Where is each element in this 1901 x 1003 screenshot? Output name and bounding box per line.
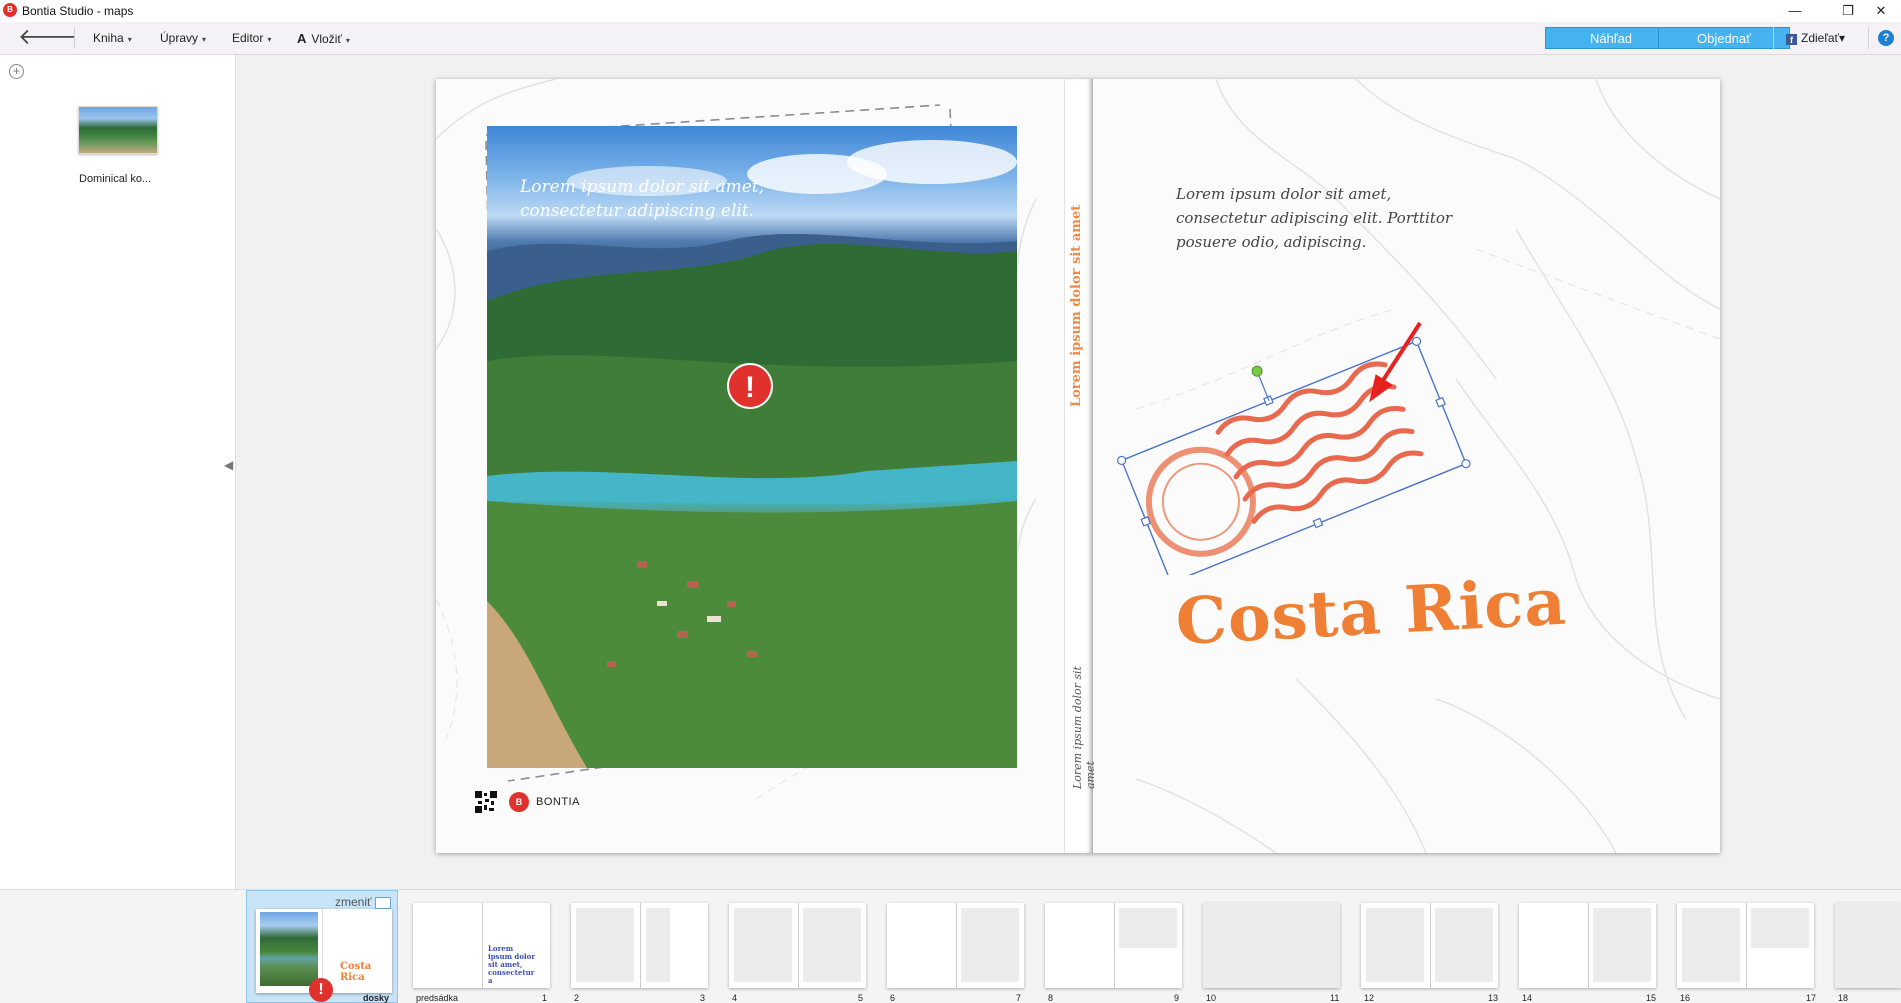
cover-thumbnail-photo bbox=[260, 912, 318, 986]
menu-bar: 🡐 Kniha ▾ Úpravy ▾ Editor ▾ A Vložiť ▾ Náhľad… bbox=[0, 22, 1901, 55]
minimize-button[interactable]: — bbox=[1775, 0, 1815, 22]
photo-thumbnail-label: Dominical ko... bbox=[79, 173, 152, 185]
cover-spread: Lorem ipsum dolor sit amet, consectetur … bbox=[436, 79, 1720, 853]
bontia-logo-icon: B bbox=[509, 792, 529, 812]
window-title: Bontia Studio - maps bbox=[22, 4, 134, 18]
order-button[interactable]: Objednať bbox=[1658, 27, 1790, 49]
spread-thumbnail-8-9[interactable] bbox=[1045, 903, 1182, 988]
warning-icon[interactable]: ! bbox=[727, 363, 773, 409]
thumbnail-warning-icon[interactable]: ! bbox=[309, 978, 333, 1002]
predsadka-text: Lorem ipsum dolor sit amet, consectetur … bbox=[488, 944, 536, 985]
collapse-panel-icon[interactable]: ◀ bbox=[224, 458, 233, 472]
change-layout-link[interactable]: zmeniť bbox=[335, 895, 372, 909]
book-spine: Lorem ipsum dolor sit amet Lorem ipsum d… bbox=[1064, 79, 1097, 853]
landscape-illustration bbox=[487, 233, 1017, 768]
chevron-down-icon: ▾ bbox=[267, 35, 272, 44]
layout-icon[interactable] bbox=[375, 897, 391, 909]
spread-thumbnail-18[interactable] bbox=[1835, 903, 1901, 988]
cover-photo[interactable]: Lorem ipsum dolor sit amet, consectetur … bbox=[487, 126, 1017, 768]
menu-upravy-label: Úpravy bbox=[160, 31, 199, 45]
cover-photo-text-line1[interactable]: Lorem ipsum dolor sit amet, bbox=[520, 174, 764, 200]
menu-divider bbox=[1773, 27, 1774, 49]
menu-editor-label: Editor bbox=[232, 31, 264, 45]
postmark-stamp[interactable] bbox=[1108, 315, 1488, 575]
cover-thumbnail-title: Costa Rica bbox=[340, 961, 372, 983]
share-label: Zdieľať bbox=[1801, 31, 1840, 45]
chevron-down-icon: ▾ bbox=[127, 35, 132, 44]
menu-kniha-label: Kniha bbox=[93, 31, 124, 45]
spread-thumbnail-10-11[interactable] bbox=[1203, 903, 1340, 988]
spine-subtitle-text[interactable]: Lorem ipsum dolor sit amet bbox=[1071, 639, 1097, 789]
brand-name: BONTIA bbox=[536, 796, 580, 808]
menu-upravy[interactable]: Úpravy ▾ bbox=[160, 31, 206, 45]
menu-vlozit[interactable]: A Vložiť ▾ bbox=[297, 31, 350, 46]
cover-photo-text-line2[interactable]: consectetur adipiscing elit. bbox=[520, 198, 754, 224]
text-insert-icon: A bbox=[297, 31, 307, 46]
close-button[interactable]: ✕ bbox=[1861, 0, 1901, 22]
chevron-down-icon: ▾ bbox=[345, 36, 350, 45]
menu-divider bbox=[1868, 27, 1869, 49]
help-icon[interactable]: ? bbox=[1878, 30, 1894, 46]
spread-thumbnail-14-15[interactable] bbox=[1519, 903, 1656, 988]
qr-code-icon bbox=[475, 791, 497, 813]
spread-thumbnail-predsadka[interactable]: Lorem ipsum dolor sit amet, consectetur … bbox=[413, 903, 550, 988]
photo-panel: + Dominical ko... ◀ bbox=[0, 55, 236, 890]
spread-thumbnail-16-17[interactable] bbox=[1677, 903, 1814, 988]
page-filmstrip: zmeniť Costa Rica ! dosky Lorem ipsum do… bbox=[0, 889, 1901, 1003]
chevron-down-icon: ▾ bbox=[1839, 31, 1846, 45]
back-cover-text[interactable]: Lorem ipsum dolor sit amet, consectetur … bbox=[1176, 182, 1476, 254]
title-bar: B Bontia Studio - maps — ❐ ✕ bbox=[0, 0, 1901, 22]
spread-thumbnail-12-13[interactable] bbox=[1361, 903, 1498, 988]
menu-editor[interactable]: Editor ▾ bbox=[232, 31, 271, 45]
chevron-down-icon: ▾ bbox=[202, 35, 207, 44]
menu-kniha[interactable]: Kniha ▾ bbox=[93, 31, 132, 45]
spread-thumbnail-6-7[interactable] bbox=[887, 903, 1024, 988]
back-arrow-icon[interactable]: 🡐 bbox=[18, 26, 77, 50]
spread-thumbnail-4-5[interactable] bbox=[729, 903, 866, 988]
spread-thumbnail-2-3[interactable] bbox=[571, 903, 708, 988]
photo-thumbnail[interactable] bbox=[78, 106, 158, 154]
add-photo-icon[interactable]: + bbox=[9, 64, 24, 79]
share-menu[interactable]: f Zdieľať▾ bbox=[1786, 31, 1845, 45]
menu-divider bbox=[74, 27, 75, 49]
app-logo-icon: B bbox=[3, 3, 17, 17]
spine-title-text[interactable]: Lorem ipsum dolor sit amet bbox=[1069, 149, 1084, 407]
facebook-icon: f bbox=[1786, 34, 1797, 45]
editor-canvas: Lorem ipsum dolor sit amet, consectetur … bbox=[236, 55, 1901, 890]
menu-vlozit-label: Vložiť bbox=[311, 32, 342, 46]
